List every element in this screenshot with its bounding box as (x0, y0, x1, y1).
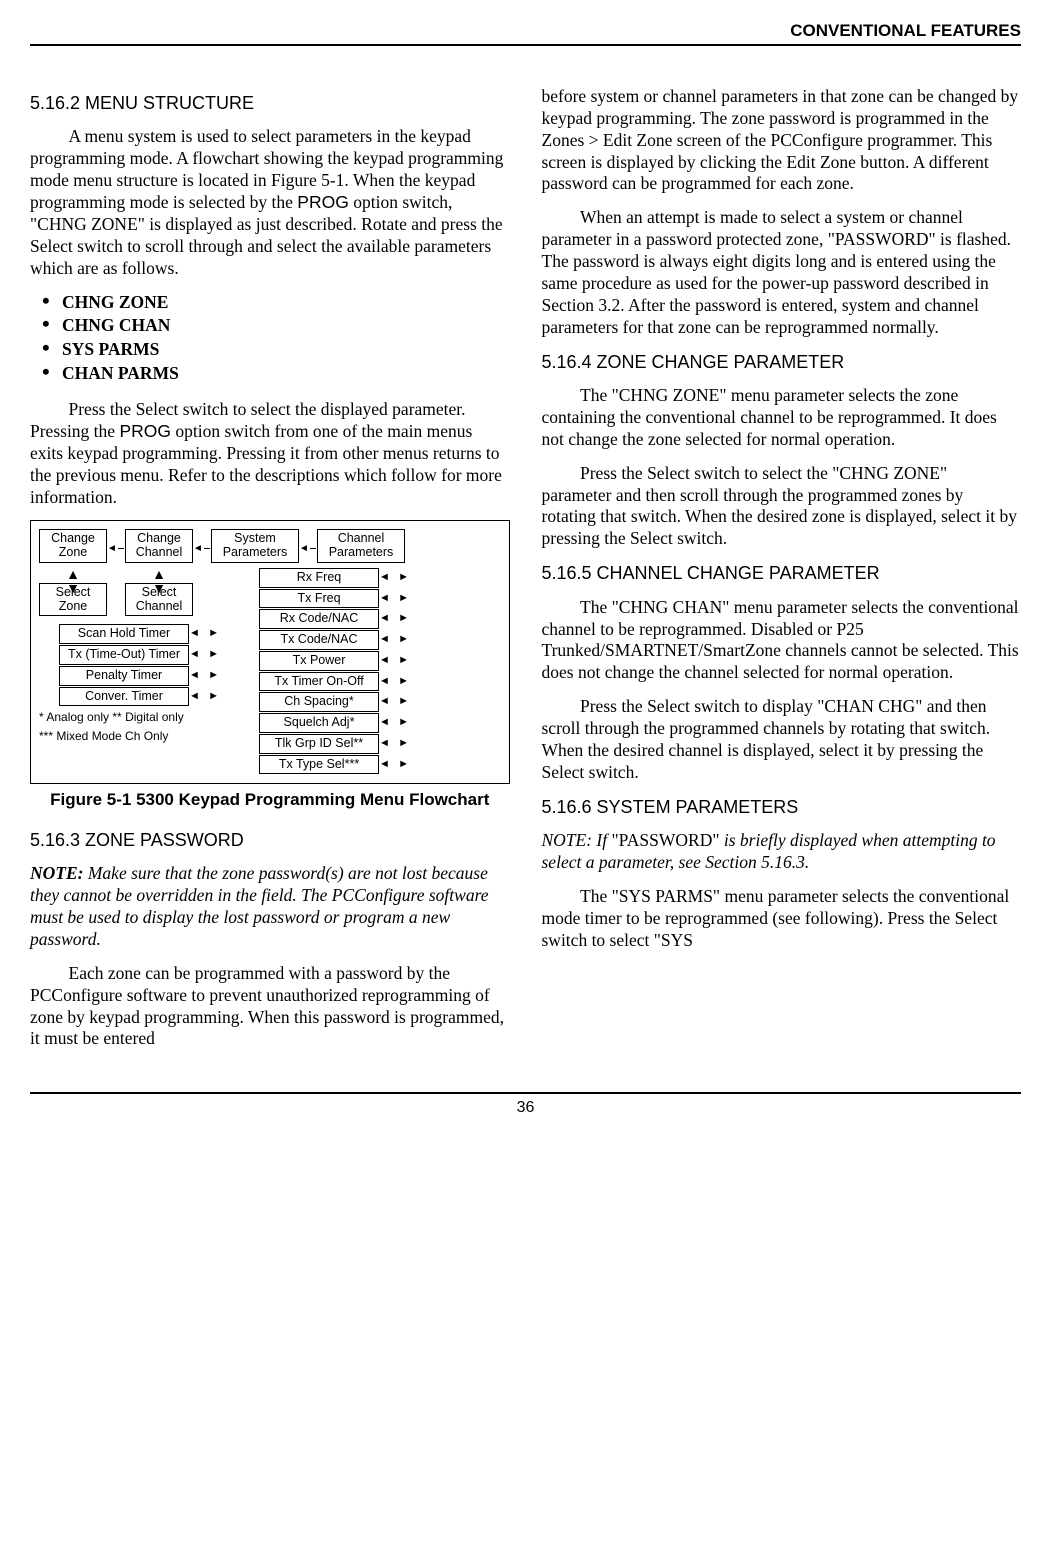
note-label: NOTE: (30, 863, 83, 883)
heading-5-16-6: 5.16.6 SYSTEM PARAMETERS (542, 796, 1022, 819)
header-title: CONVENTIONAL FEATURES (790, 21, 1021, 40)
double-arrow-icon (299, 539, 317, 554)
bullet-item: SYS PARMS (42, 339, 510, 361)
fc-select-channel: Select Channel (125, 583, 193, 617)
chan-param-item: Tx Timer On-Off◄► (259, 672, 501, 692)
note-label: NOTE: If (542, 830, 612, 850)
double-arrow-icon: ◄► (379, 675, 409, 689)
flowchart-footnote-2: *** Mixed Mode Ch Only (39, 729, 239, 744)
flowchart-footnote-1: * Analog only ** Digital only (39, 710, 239, 725)
para-5-16-5-2: Press the Select switch to display "CHAN… (542, 696, 1022, 784)
vert-connector-icon: ▲▼ (39, 567, 107, 583)
figure-caption: Figure 5-1 5300 Keypad Programming Menu … (30, 790, 510, 810)
chan-param-item: Tx Type Sel***◄► (259, 755, 501, 775)
double-arrow-icon: ◄► (379, 758, 409, 772)
heading-5-16-2: 5.16.2 MENU STRUCTURE (30, 92, 510, 115)
sys-param-item: Penalty Timer◄► (59, 666, 239, 686)
para-5-16-2-2: Press the Select switch to select the di… (30, 399, 510, 508)
heading-5-16-4: 5.16.4 ZONE CHANGE PARAMETER (542, 351, 1022, 374)
sys-param-item: Tx (Time-Out) Timer◄► (59, 645, 239, 665)
para-5-16-3-1: Each zone can be programmed with a passw… (30, 963, 510, 1051)
fc-box: Tx (Time-Out) Timer (59, 645, 189, 665)
sys-param-item: Conver. Timer◄► (59, 687, 239, 707)
flowchart-selects: ▲▼ Select Zone ▲▼ Select Channel (39, 567, 239, 617)
double-arrow-icon: ◄► (189, 669, 219, 683)
bullet-item: CHNG CHAN (42, 315, 510, 337)
chan-param-item: Rx Code/NAC◄► (259, 609, 501, 629)
fc-box: Rx Code/NAC (259, 609, 379, 629)
fc-box: Tx Type Sel*** (259, 755, 379, 775)
flowchart-left-group: ▲▼ Select Zone ▲▼ Select Channel Scan Ho… (39, 567, 239, 776)
sys-param-list: Scan Hold Timer◄► Tx (Time-Out) Timer◄► … (59, 624, 239, 706)
double-arrow-icon: ◄► (379, 695, 409, 709)
fc-select-zone: Select Zone (39, 583, 107, 617)
para-cont-2: When an attempt is made to select a syst… (542, 207, 1022, 338)
bullet-item: CHAN PARMS (42, 363, 510, 385)
menu-bullets: CHNG ZONE CHNG CHAN SYS PARMS CHAN PARMS (42, 292, 510, 386)
double-arrow-icon: ◄► (189, 648, 219, 662)
fc-box: Rx Freq (259, 568, 379, 588)
double-arrow-icon: ◄► (379, 612, 409, 626)
left-column: 5.16.2 MENU STRUCTURE A menu system is u… (30, 86, 510, 1062)
fc-box: Tx Freq (259, 589, 379, 609)
fc-box: Scan Hold Timer (59, 624, 189, 644)
sys-param-item: Scan Hold Timer◄► (59, 624, 239, 644)
note-5-16-6: NOTE: If "PASSWORD" is briefly displayed… (542, 830, 1022, 874)
page-number: 36 (30, 1092, 1021, 1118)
double-arrow-icon (107, 539, 125, 554)
flowchart-top-row: Change Zone Change Channel System Parame… (39, 529, 501, 563)
vert-connector-icon: ▲▼ (125, 567, 193, 583)
double-arrow-icon: ◄► (379, 716, 409, 730)
chan-param-list: Rx Freq◄► Tx Freq◄► Rx Code/NAC◄► Tx Cod… (259, 567, 501, 776)
para-5-16-6-1: The "SYS PARMS" menu parameter selects t… (542, 886, 1022, 952)
fc-box: Ch Spacing* (259, 692, 379, 712)
prog-label-2: PROG (119, 421, 171, 441)
double-arrow-icon (193, 539, 211, 554)
double-arrow-icon: ◄► (189, 627, 219, 641)
para-5-16-4-1: The "CHNG ZONE" menu parameter selects t… (542, 385, 1022, 451)
figure-5-1-flowchart: Change Zone Change Channel System Parame… (30, 520, 510, 784)
para-5-16-5-1: The "CHNG CHAN" menu parameter selects t… (542, 597, 1022, 685)
note-5-16-3: NOTE: Make sure that the zone password(s… (30, 863, 510, 951)
fc-box: Conver. Timer (59, 687, 189, 707)
para-5-16-2-1: A menu system is used to select paramete… (30, 126, 510, 279)
heading-5-16-5: 5.16.5 CHANNEL CHANGE PARAMETER (542, 562, 1022, 585)
chan-param-item: Tx Power◄► (259, 651, 501, 671)
fc-change-zone: Change Zone (39, 529, 107, 563)
double-arrow-icon: ◄► (379, 737, 409, 751)
double-arrow-icon: ◄► (379, 571, 409, 585)
fc-system-params: System Parameters (211, 529, 299, 563)
note-body: Make sure that the zone password(s) are … (30, 863, 489, 949)
flowchart-lower: ▲▼ Select Zone ▲▼ Select Channel Scan Ho… (39, 567, 501, 776)
chan-param-item: Rx Freq◄► (259, 568, 501, 588)
chan-param-item: Tx Freq◄► (259, 589, 501, 609)
chan-param-item: Ch Spacing*◄► (259, 692, 501, 712)
fc-box: Tlk Grp ID Sel** (259, 734, 379, 754)
heading-5-16-3: 5.16.3 ZONE PASSWORD (30, 829, 510, 852)
fc-channel-params: Channel Parameters (317, 529, 405, 563)
two-column-layout: 5.16.2 MENU STRUCTURE A menu system is u… (30, 86, 1021, 1062)
fc-box: Squelch Adj* (259, 713, 379, 733)
chan-param-item: Squelch Adj*◄► (259, 713, 501, 733)
fc-box: Penalty Timer (59, 666, 189, 686)
fc-box: Tx Timer On-Off (259, 672, 379, 692)
para-5-16-4-2: Press the Select switch to select the "C… (542, 463, 1022, 551)
bullet-item: CHNG ZONE (42, 292, 510, 314)
fc-change-channel: Change Channel (125, 529, 193, 563)
chan-param-item: Tx Code/NAC◄► (259, 630, 501, 650)
fc-box: Tx Power (259, 651, 379, 671)
chan-param-item: Tlk Grp ID Sel**◄► (259, 734, 501, 754)
right-column: before system or channel parameters in t… (542, 86, 1022, 1062)
double-arrow-icon: ◄► (379, 592, 409, 606)
prog-label-1: PROG (297, 192, 349, 212)
double-arrow-icon: ◄► (379, 633, 409, 647)
page-header: CONVENTIONAL FEATURES (30, 20, 1021, 46)
para-cont-1: before system or channel parameters in t… (542, 86, 1022, 195)
fc-box: Tx Code/NAC (259, 630, 379, 650)
double-arrow-icon: ◄► (189, 690, 219, 704)
double-arrow-icon: ◄► (379, 654, 409, 668)
note-quote: "PASSWORD" (612, 830, 720, 850)
